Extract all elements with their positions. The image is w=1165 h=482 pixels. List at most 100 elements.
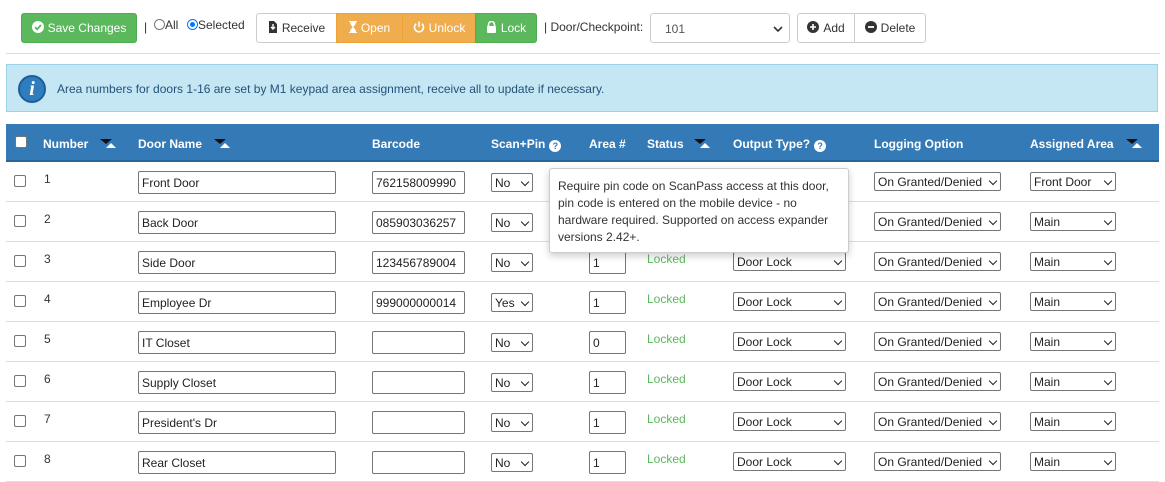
row-checkbox[interactable]	[14, 215, 26, 227]
sort-icon[interactable]	[693, 139, 710, 149]
logging-option-select[interactable]: On Granted/Denied	[874, 172, 1001, 191]
lock-button[interactable]: Lock	[475, 13, 537, 43]
area-input[interactable]: 1	[589, 411, 626, 434]
radio-all[interactable]: All	[154, 18, 178, 32]
assigned-area-select[interactable]: Main	[1030, 412, 1116, 431]
door-checkpoint-select[interactable]: 101	[650, 13, 790, 43]
logging-option-select[interactable]: On Granted/Denied	[874, 252, 1001, 271]
door-number: 6	[44, 372, 51, 386]
radio-selected-circle[interactable]	[187, 19, 198, 30]
scan-pin-select[interactable]: No	[491, 453, 533, 472]
sort-icon[interactable]	[1125, 139, 1142, 149]
header-door-name[interactable]: Door Name	[138, 137, 231, 151]
sort-icon[interactable]	[100, 139, 117, 149]
receive-button[interactable]: Receive	[256, 13, 337, 43]
barcode-input[interactable]: 085903036257	[372, 211, 465, 234]
area-input[interactable]: 1	[589, 451, 626, 474]
output-type-select[interactable]: Door Lock	[733, 252, 846, 271]
info-icon: i	[18, 75, 46, 103]
area-input[interactable]: 1	[589, 371, 626, 394]
assigned-area-select[interactable]: Main	[1030, 332, 1116, 351]
save-changes-button[interactable]: Save Changes	[21, 13, 137, 43]
assigned-area-select[interactable]: Main	[1030, 372, 1116, 391]
door-name-input[interactable]: Front Door	[138, 171, 336, 194]
header-number[interactable]: Number	[43, 137, 117, 151]
door-name-input[interactable]: Supply Closet	[138, 371, 336, 394]
radio-selected[interactable]: Selected	[187, 18, 245, 32]
table-header: Number Door Name Barcode Scan+Pin? Area …	[6, 124, 1159, 162]
header-barcode: Barcode	[372, 137, 420, 151]
logging-option-select[interactable]: On Granted/Denied	[874, 372, 1001, 391]
status-text: Locked	[647, 252, 686, 266]
add-button[interactable]: Add	[797, 13, 855, 43]
header-assigned-area[interactable]: Assigned Area	[1030, 137, 1142, 151]
scan-pin-select[interactable]: No	[491, 333, 533, 352]
status-text: Locked	[647, 332, 686, 346]
scan-pin-select[interactable]: No	[491, 173, 533, 192]
row-checkbox[interactable]	[14, 295, 26, 307]
barcode-input[interactable]	[372, 411, 465, 434]
area-input[interactable]: 0	[589, 331, 626, 354]
door-number: 8	[44, 452, 51, 466]
delete-button[interactable]: Delete	[854, 13, 926, 43]
row-checkbox[interactable]	[14, 375, 26, 387]
output-type-select[interactable]: Door Lock	[733, 372, 846, 391]
output-type-select[interactable]: Door Lock	[733, 452, 846, 471]
barcode-input[interactable]	[372, 331, 465, 354]
assigned-area-select[interactable]: Front Door	[1030, 172, 1116, 191]
barcode-input[interactable]: 123456789004	[372, 251, 465, 274]
door-name-input[interactable]: IT Closet	[138, 331, 336, 354]
header-status[interactable]: Status	[647, 137, 710, 151]
door-name-input[interactable]: Side Door	[138, 251, 336, 274]
open-button[interactable]: Open	[336, 13, 403, 43]
assigned-area-select[interactable]: Main	[1030, 212, 1116, 231]
door-name-input[interactable]: Rear Closet	[138, 451, 336, 474]
toolbar-divider	[6, 53, 1160, 54]
header-output-type: Output Type??	[733, 137, 827, 152]
area-input[interactable]: 1	[589, 291, 626, 314]
unlock-button[interactable]: Unlock	[402, 13, 476, 43]
output-type-select[interactable]: Door Lock	[733, 292, 846, 311]
barcode-input[interactable]	[372, 371, 465, 394]
door-number: 5	[44, 332, 51, 346]
plus-circle-icon	[807, 20, 820, 36]
power-icon	[413, 21, 425, 36]
radio-all-circle[interactable]	[154, 19, 165, 30]
assigned-area-select[interactable]: Main	[1030, 252, 1116, 271]
door-name-input[interactable]: Employee Dr	[138, 291, 336, 314]
select-all-checkbox[interactable]	[15, 136, 27, 148]
row-checkbox[interactable]	[14, 175, 26, 187]
assigned-area-select[interactable]: Main	[1030, 452, 1116, 471]
row-checkbox[interactable]	[14, 415, 26, 427]
door-name-input[interactable]: President's Dr	[138, 411, 336, 434]
door-number: 2	[44, 212, 51, 226]
scan-pin-select[interactable]: No	[491, 373, 533, 392]
header-area: Area #	[589, 137, 626, 151]
logging-option-select[interactable]: On Granted/Denied	[874, 332, 1001, 351]
area-input[interactable]: 1	[589, 251, 626, 274]
scan-pin-select[interactable]: No	[491, 213, 533, 232]
assigned-area-select[interactable]: Main	[1030, 292, 1116, 311]
logging-option-select[interactable]: On Granted/Denied	[874, 212, 1001, 231]
open-label: Open	[360, 21, 391, 35]
output-type-select[interactable]: Door Lock	[733, 332, 846, 351]
table-row: 6 Supply Closet No 1 Locked Door Lock On Grant…	[6, 362, 1159, 402]
row-checkbox[interactable]	[14, 335, 26, 347]
barcode-input[interactable]: 999000000014	[372, 291, 465, 314]
door-name-input[interactable]: Back Door	[138, 211, 336, 234]
sort-icon[interactable]	[214, 139, 231, 149]
check-circle-icon	[31, 20, 44, 36]
logging-option-select[interactable]: On Granted/Denied	[874, 292, 1001, 311]
row-checkbox[interactable]	[14, 255, 26, 267]
help-icon[interactable]: ?	[549, 140, 562, 152]
output-type-select[interactable]: Door Lock	[733, 412, 846, 431]
scan-pin-select[interactable]: Yes	[491, 293, 533, 312]
scan-pin-select[interactable]: No	[491, 253, 533, 272]
logging-option-select[interactable]: On Granted/Denied	[874, 412, 1001, 431]
barcode-input[interactable]	[372, 451, 465, 474]
row-checkbox[interactable]	[14, 455, 26, 467]
logging-option-select[interactable]: On Granted/Denied	[874, 452, 1001, 471]
scan-pin-select[interactable]: No	[491, 413, 533, 432]
barcode-input[interactable]: 762158009990	[372, 171, 465, 194]
help-icon[interactable]: ?	[814, 140, 827, 152]
